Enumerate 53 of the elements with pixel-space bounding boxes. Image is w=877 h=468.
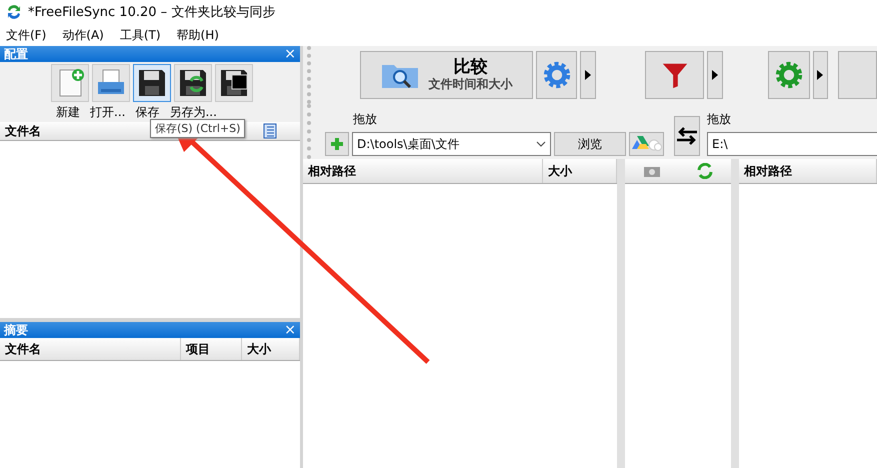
- dropdown-arrow-button[interactable]: [707, 51, 723, 99]
- triangle-icon: [585, 70, 592, 80]
- button-label: 另存为...: [169, 104, 217, 121]
- compare-subtitle: 文件时间和大小: [428, 76, 512, 92]
- gear-icon: [774, 60, 804, 90]
- panel-title: 摘要: [4, 322, 28, 338]
- plus-icon: [329, 136, 345, 152]
- column-header[interactable]: 项目: [181, 338, 242, 360]
- column-header[interactable]: 相对路径: [739, 159, 877, 183]
- camera-icon[interactable]: [644, 165, 660, 177]
- cloud-drive-icon: [632, 136, 662, 152]
- cloud-button[interactable]: [629, 132, 664, 156]
- folder-path-field[interactable]: E:\: [707, 132, 877, 156]
- compare-button[interactable]: 比较 文件时间和大小: [360, 51, 533, 99]
- panel-title: 配置: [4, 46, 28, 62]
- button-label: 新建: [56, 104, 80, 121]
- open-config-button[interactable]: [92, 64, 130, 102]
- app-logo-icon: [6, 4, 22, 20]
- compare-settings-button[interactable]: [536, 51, 578, 99]
- close-button[interactable]: ×: [284, 46, 296, 62]
- drop-label: 拖放: [352, 111, 378, 128]
- column-header[interactable]: 文件名: [0, 338, 181, 360]
- triangle-icon: [817, 70, 824, 80]
- close-button[interactable]: ×: [284, 322, 296, 338]
- menu-item[interactable]: 帮助(H): [176, 26, 219, 44]
- column-header[interactable]: 大小: [543, 159, 617, 183]
- menu-item[interactable]: 工具(T): [120, 26, 161, 44]
- browse-button[interactable]: 浏览: [554, 132, 626, 156]
- save-config-button[interactable]: [133, 64, 171, 102]
- window-title: *FreeFileSync 10.20 – 文件夹比较与同步: [28, 4, 276, 21]
- dropdown-arrow-button[interactable]: [580, 51, 596, 99]
- menu-item[interactable]: 文件(F): [6, 26, 46, 44]
- drop-label: 拖放: [707, 111, 732, 128]
- menu-item[interactable]: 动作(A): [62, 26, 104, 44]
- button-label: 打开...: [90, 104, 126, 121]
- swap-sides-button[interactable]: [674, 116, 700, 156]
- chevron-down-icon: [536, 141, 546, 147]
- new-config-button[interactable]: [51, 64, 89, 102]
- button-label: 保存: [135, 104, 160, 121]
- triangle-icon: [712, 70, 718, 80]
- column-header[interactable]: 文件名: [0, 122, 41, 140]
- refresh-icon[interactable]: [696, 163, 712, 179]
- dropdown-arrow-button[interactable]: [812, 51, 828, 99]
- filter-button[interactable]: [645, 51, 704, 99]
- folder-path-field[interactable]: D:\tools\桌面\文件: [352, 132, 551, 156]
- saveas-config-button[interactable]: [174, 64, 212, 102]
- compare-title: 比较: [453, 58, 488, 76]
- column-header[interactable]: 相对路径: [303, 159, 543, 183]
- batch-config-button[interactable]: [215, 64, 253, 102]
- column-header[interactable]: 大小: [242, 338, 300, 360]
- tooltip: 保存(S) (Ctrl+S): [150, 119, 246, 138]
- list-view-icon[interactable]: [262, 123, 278, 139]
- gear-icon: [542, 60, 572, 90]
